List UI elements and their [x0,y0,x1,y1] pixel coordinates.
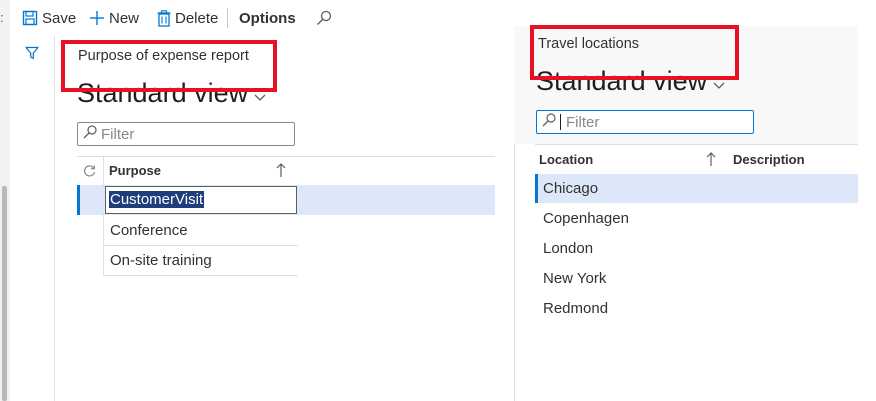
purpose-filter-input[interactable]: Filter [77,122,295,146]
edge-divider-icon: : [0,10,4,25]
description-column-header[interactable]: Description [733,152,805,167]
location-row[interactable]: New York [535,264,858,293]
purpose-cell-value: CustomerVisit [109,191,205,208]
purpose-row-label: On-site training [110,252,212,269]
location-row[interactable]: Redmond [535,294,858,323]
toolbar-separator [227,8,228,28]
locations-filter-input[interactable]: Filter [536,110,754,134]
add-icon [89,10,105,26]
location-row-selected[interactable]: Chicago [535,174,858,203]
delete-button[interactable]: Delete [157,6,218,30]
purpose-column-header[interactable]: Purpose [109,163,161,178]
refresh-button[interactable] [83,164,96,182]
purpose-row[interactable]: Conference [103,215,298,246]
search-button[interactable] [316,6,332,30]
purpose-caption-highlight [61,40,277,92]
purpose-row-label: Conference [110,222,188,239]
location-row-label: Copenhagen [543,210,629,227]
locations-filter-placeholder: Filter [566,113,600,131]
filter-pane-rail [10,36,55,401]
location-row-label: New York [543,270,607,287]
delete-icon [157,9,171,27]
refresh-icon [83,164,96,181]
new-label: New [109,9,140,27]
save-icon [22,10,38,26]
purpose-row[interactable]: On-site training [103,246,298,276]
save-label: Save [42,9,77,27]
sort-ascending-icon[interactable] [706,151,716,172]
purpose-cell-editor[interactable]: CustomerVisit [105,186,297,214]
row-selection-marker [535,174,538,203]
search-icon [542,113,556,131]
new-button[interactable]: New [89,6,139,30]
location-row-label: Chicago [543,180,599,197]
save-button[interactable]: Save [22,6,76,30]
text-caret [560,114,561,130]
purpose-filter-placeholder: Filter [101,125,135,143]
location-row-label: Redmond [543,300,609,317]
location-row-label: London [543,240,594,257]
delete-label: Delete [175,9,219,27]
vertical-scrollbar[interactable] [2,186,7,401]
sort-ascending-icon[interactable] [276,162,286,183]
search-icon [83,125,97,143]
location-row[interactable]: London [535,234,858,263]
locations-caption-highlight [530,25,739,80]
location-column-header[interactable]: Location [539,152,593,167]
filter-pane-toggle[interactable] [25,46,39,65]
location-row[interactable]: Copenhagen [535,204,858,233]
filter-icon [25,46,39,64]
row-selection-marker [77,185,80,215]
search-icon [316,10,332,26]
options-button[interactable]: Options [239,6,296,30]
options-label: Options [239,9,296,27]
